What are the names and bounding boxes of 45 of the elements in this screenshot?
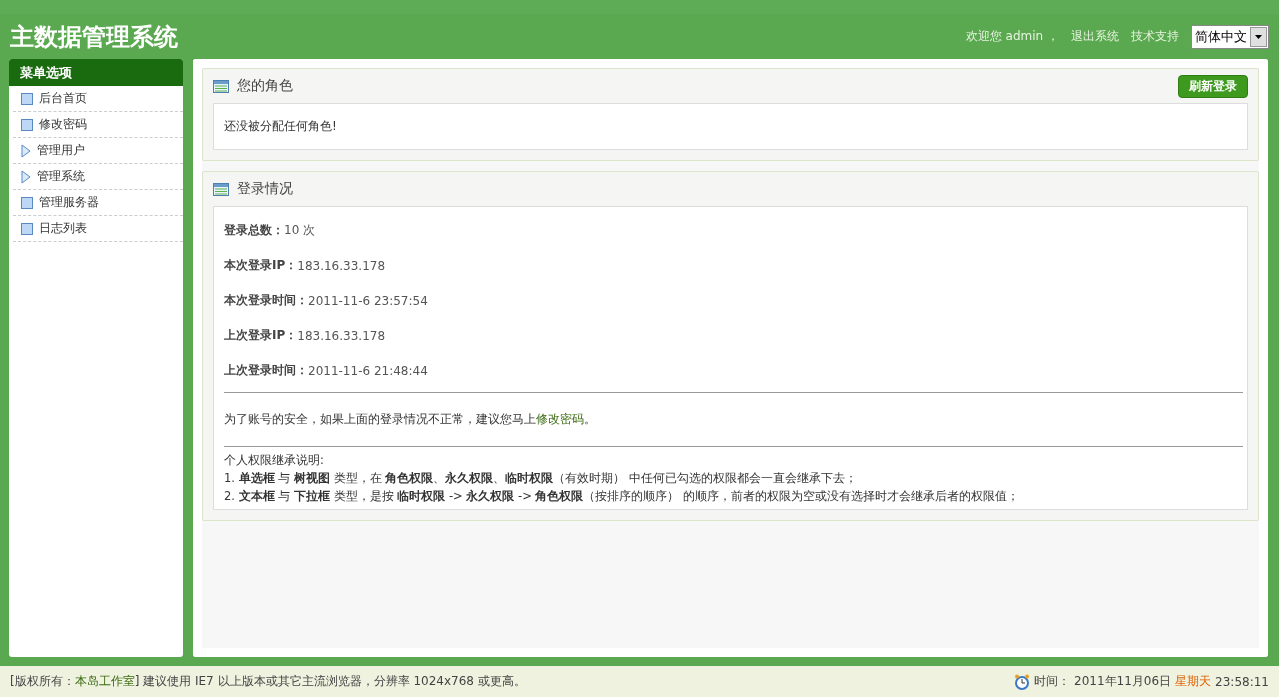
stat-value: 10 次 bbox=[284, 222, 316, 239]
rule-text: 1. 单选框 与 树视图 类型，在 角色权限、永久权限、临时权限（有效时期） 中任何已勾选的权限都会一直会继承下去； bbox=[224, 470, 858, 487]
square-icon bbox=[21, 118, 33, 131]
stat-label: 本次登录时间： bbox=[224, 292, 308, 309]
dropdown-icon bbox=[1250, 26, 1267, 47]
time-label: 时间： bbox=[1034, 673, 1070, 690]
stat-label: 上次登录时间： bbox=[224, 362, 308, 379]
stat-value: 183.16.33.178 bbox=[297, 258, 386, 273]
date-text: 2011年11月06日 bbox=[1074, 673, 1172, 690]
sidebar-item[interactable]: 修改密码 bbox=[39, 116, 87, 133]
copyright-text: [版权所有：本岛工作室] 建议使用 IE7 以上版本或其它主流浏览器，分辨率 1024x768 或更高。 bbox=[10, 673, 526, 690]
square-icon bbox=[21, 196, 33, 209]
role-message: 还没被分配任何角色! bbox=[224, 119, 337, 133]
sidebar-item[interactable]: 管理用户 bbox=[37, 142, 85, 159]
sidebar-item[interactable]: 管理系统 bbox=[37, 168, 85, 185]
stat-value: 183.16.33.178 bbox=[297, 328, 386, 343]
sidebar-item[interactable]: 后台首页 bbox=[39, 90, 87, 107]
stat-value: 2011-11-6 21:48:44 bbox=[308, 363, 428, 378]
weekday-text: 星期天 bbox=[1175, 673, 1212, 690]
panel-title: 登录情况 bbox=[237, 180, 294, 198]
time-text: 23:58:11 bbox=[1215, 674, 1269, 689]
table-icon bbox=[213, 79, 229, 93]
table-icon bbox=[213, 182, 229, 196]
sidebar-title: 菜单选项 bbox=[9, 59, 183, 86]
stat-value: 2011-11-6 23:57:54 bbox=[308, 293, 428, 308]
welcome-text: 欢迎您 admin ， bbox=[965, 28, 1059, 45]
rule-text: 2. 文本框 与 下拉框 类型，是按 临时权限 -> 永久权限 -> 角色权限（按排序的顺序） 的顺序，前者的权限为空或没有选择时才会继承后者的权限值； bbox=[224, 488, 1021, 505]
square-icon bbox=[21, 92, 33, 105]
company-link[interactable]: 本岛工作室 bbox=[74, 674, 135, 688]
language-select[interactable]: 简体中文 bbox=[1191, 24, 1269, 49]
site-title: 主数据管理系统 bbox=[10, 21, 178, 53]
triangle-icon bbox=[21, 169, 31, 184]
triangle-icon bbox=[21, 143, 31, 158]
panel-title: 您的角色 bbox=[237, 77, 294, 95]
rules-title: 个人权限继承说明: bbox=[224, 452, 325, 469]
sidebar-item[interactable]: 管理服务器 bbox=[39, 194, 99, 211]
refresh-button[interactable]: 刷新登录 bbox=[1178, 74, 1248, 98]
stat-label: 本次登录IP： bbox=[224, 257, 298, 274]
stat-label: 登录总数： bbox=[224, 222, 284, 239]
stat-label: 上次登录IP： bbox=[224, 327, 298, 344]
sidebar-item[interactable]: 日志列表 bbox=[39, 220, 87, 237]
square-icon bbox=[21, 222, 33, 235]
security-notice: 为了账号的安全，如果上面的登录情况不正常，建议您马上修改密码。 bbox=[224, 411, 597, 428]
change-password-link[interactable]: 修改密码 bbox=[536, 412, 584, 426]
alarm-clock-icon bbox=[1014, 673, 1030, 690]
